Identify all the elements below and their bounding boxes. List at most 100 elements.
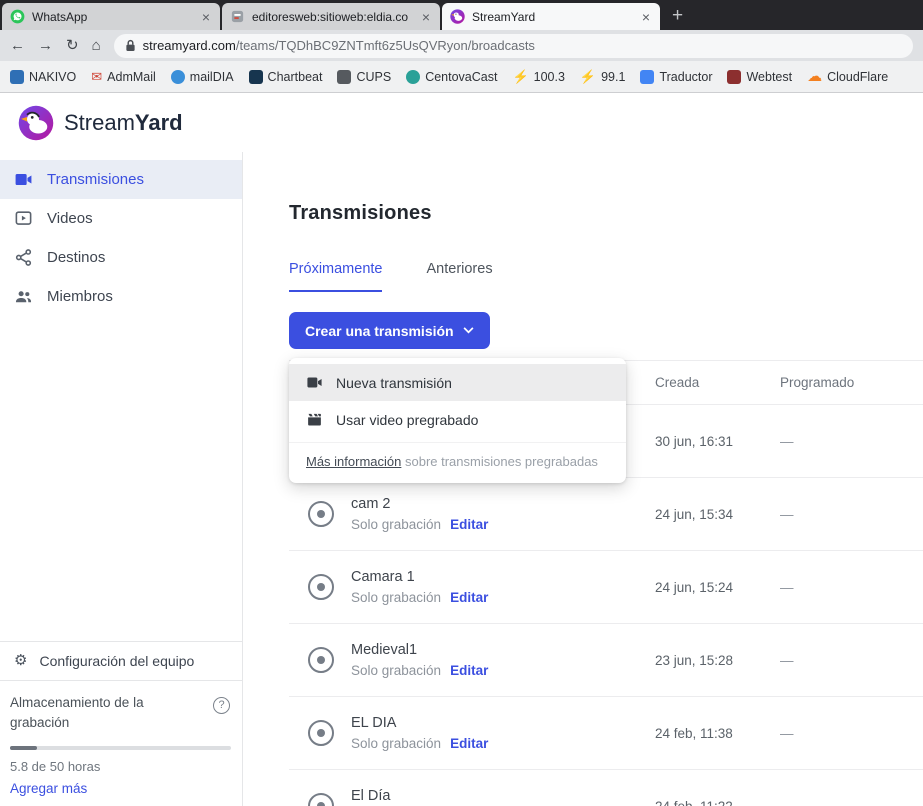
tab-anteriores[interactable]: Anteriores [426,261,492,292]
cloud-icon: ☁ [807,70,822,84]
url-domain: streamyard.com [143,38,236,53]
close-icon[interactable]: × [420,9,432,25]
browser-tabstrip: WhatsApp × editoresweb:sitioweb:eldia.co… [0,0,923,30]
tab-proximamente[interactable]: Próximamente [289,261,382,292]
video-library-icon [14,209,33,228]
video-camera-icon [306,374,323,391]
created-cell: 30 jun, 16:31 [655,434,780,449]
centovacast-icon [406,70,420,84]
gear-icon: ⚙ [14,653,27,668]
edit-link[interactable]: Editar [450,517,488,532]
scheduled-cell: — [780,799,923,806]
page-title: Transmisiones [289,202,923,225]
storage-label: Almacenamiento de la grabación [10,693,178,734]
sidebar-bottom: ⚙ Configuración del equipo Almacenamient… [0,641,242,806]
bookmark-chartbeat[interactable]: Chartbeat [249,70,323,84]
back-icon[interactable]: ← [10,38,25,53]
edit-link[interactable]: Editar [450,736,488,751]
bookmark-centovacast[interactable]: CentovaCast [406,70,497,84]
create-broadcast-dropdown: Nueva transmisión Usar video pregrabado … [289,358,626,483]
bookmarks-bar: NAKIVO ✉AdmMail mailDIA Chartbeat CUPS C… [0,61,923,93]
browser-tab-whatsapp[interactable]: WhatsApp × [2,3,220,30]
table-row[interactable]: El Día Solo grabaciónEditar 24 feb, 11:2… [289,770,923,806]
broadcast-title: El Día [351,788,488,804]
lightning-icon: ⚡ [580,70,596,84]
scheduled-cell: — [780,434,923,449]
video-camera-icon [14,170,33,189]
storage-usage: 5.8 de 50 horas [10,759,230,774]
broadcast-title: Medieval1 [351,642,488,658]
sidebar-item-transmisiones[interactable]: Transmisiones [0,160,242,199]
broadcast-title: EL DIA [351,715,488,731]
broadcast-title: cam 2 [351,496,488,512]
menu-item-new-broadcast[interactable]: Nueva transmisión [289,364,626,401]
streamyard-favicon [450,9,465,24]
help-icon[interactable]: ? [213,697,230,714]
record-icon [308,647,334,673]
storage-progress-fill [10,746,37,750]
bookmark-cloudflare[interactable]: ☁CloudFlare [807,70,888,84]
chartbeat-icon [249,70,263,84]
sidebar-item-videos[interactable]: Videos [0,199,242,238]
bookmark-nakivo[interactable]: NAKIVO [10,70,76,84]
broadcast-subtitle: Solo grabación [351,736,441,751]
mail-icon: ✉ [91,70,102,84]
tab-title: StreamYard [472,10,633,24]
brand-name: StreamYard [64,110,183,136]
add-more-link[interactable]: Agregar más [10,781,230,806]
cups-icon [337,70,351,84]
bookmark-cups[interactable]: CUPS [337,70,391,84]
more-info-link[interactable]: Más información [306,454,401,469]
webtest-icon [727,70,741,84]
close-icon[interactable]: × [640,9,652,25]
bookmark-radio-99-1[interactable]: ⚡99.1 [580,70,626,84]
sidebar: Transmisiones Videos Destinos Miembros ⚙… [0,152,243,806]
menu-item-prerecorded-video[interactable]: Usar video pregrabado [289,401,626,438]
eldia-site-icon [230,9,245,24]
table-row[interactable]: cam 2 Solo grabaciónEditar 24 jun, 15:34… [289,478,923,551]
scheduled-cell: — [780,580,923,595]
prerecorded-info-text: Más información sobre transmisiones preg… [289,442,626,483]
nakivo-icon [10,70,24,84]
sidebar-item-destinos[interactable]: Destinos [0,238,242,277]
edit-link[interactable]: Editar [450,663,488,678]
lightning-icon: ⚡ [512,70,528,84]
bookmark-traductor[interactable]: Traductor [640,70,712,84]
new-tab-button[interactable]: + [672,6,683,25]
edit-link[interactable]: Editar [450,590,488,605]
bookmark-radio-100-3[interactable]: ⚡100.3 [512,70,564,84]
broadcast-subtitle: Solo grabación [351,663,441,678]
tab-title: editoresweb:sitioweb:eldia.co [252,10,413,24]
storage-progress [10,746,231,750]
streamyard-logo [18,105,54,141]
scheduled-cell: — [780,507,923,522]
close-icon[interactable]: × [200,9,212,25]
browser-tab-eldia[interactable]: editoresweb:sitioweb:eldia.co × [222,3,440,30]
clapperboard-icon [306,411,323,428]
main-content: Transmisiones Próximamente Anteriores Cr… [243,152,923,806]
record-icon [308,501,334,527]
table-row[interactable]: Medieval1 Solo grabación Editar 23 jun, 1… [289,624,923,697]
bookmark-maildia[interactable]: mailDIA [171,70,234,84]
whatsapp-icon [10,9,25,24]
scheduled-cell: — [780,653,923,668]
share-icon [14,248,33,267]
browser-tab-streamyard[interactable]: StreamYard × [442,3,660,30]
reload-icon[interactable]: ↻ [66,38,79,53]
sidebar-item-miembros[interactable]: Miembros [0,277,242,316]
tab-title: WhatsApp [32,10,193,24]
team-settings-button[interactable]: ⚙ Configuración del equipo [0,641,242,681]
members-icon [14,287,33,306]
lock-icon [125,39,136,52]
bookmark-admmail[interactable]: ✉AdmMail [91,70,156,84]
chevron-down-icon [463,327,474,334]
table-row[interactable]: EL DIA Solo grabaciónEditar 24 feb, 11:3… [289,697,923,770]
home-icon[interactable]: ⌂ [92,38,101,53]
table-row[interactable]: Camara 1 Solo grabaciónEditar 24 jun, 15… [289,551,923,624]
address-bar[interactable]: streamyard.com/teams/TQDhBC9ZNTmft6z5UsQ… [114,34,913,58]
create-broadcast-button[interactable]: Crear una transmisión [289,312,490,349]
forward-icon[interactable]: → [38,38,53,53]
bookmark-webtest[interactable]: Webtest [727,70,792,84]
created-cell: 23 jun, 15:28 [655,653,780,668]
browser-toolbar: ← → ↻ ⌂ streamyard.com/teams/TQDhBC9ZNTm… [0,30,923,61]
